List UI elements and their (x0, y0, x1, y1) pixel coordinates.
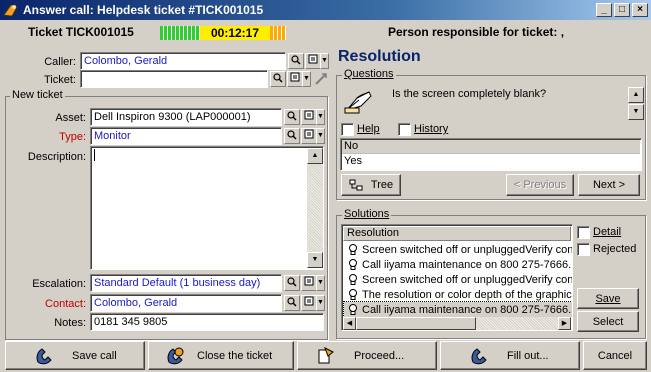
tree-icon (349, 179, 363, 191)
help-checkbox[interactable] (341, 123, 354, 136)
question-hand-icon (343, 84, 375, 116)
history-label: History (414, 123, 449, 135)
app-icon (3, 3, 19, 17)
caller-detail-icon[interactable] (305, 53, 321, 69)
solutions-hscrollbar[interactable]: ◀ ▶ (343, 317, 571, 330)
maximize-button[interactable]: □ (614, 3, 630, 17)
lightbulb-icon (349, 243, 357, 255)
history-checkbox[interactable] (398, 123, 411, 136)
caller-search-icon[interactable] (288, 53, 304, 69)
escalation-dropdown-icon[interactable]: ▼ (316, 275, 325, 291)
tree-button[interactable]: Tree (341, 174, 401, 196)
caller-dropdown-icon[interactable]: ▼ (320, 53, 329, 69)
lightbulb-icon (349, 273, 357, 285)
ticket-detail-icon[interactable] (287, 71, 303, 87)
questions-group-label: Questions (342, 68, 396, 80)
solution-row[interactable]: Call iiyama maintenance on 800 275-7666. (344, 257, 572, 272)
minimize-button[interactable]: _ (596, 3, 612, 17)
escalation-field[interactable]: Standard Default (1 business day) (90, 274, 282, 292)
solutions-group-label: Solutions (342, 208, 392, 220)
proceed-button[interactable]: Proceed... (297, 341, 437, 370)
rejected-label: Rejected (593, 243, 637, 255)
type-detail-icon[interactable] (301, 128, 317, 144)
caller-field[interactable]: Colombo, Gerald (80, 52, 286, 70)
detail-checkbox[interactable] (577, 226, 590, 239)
ticket-link-icon[interactable] (313, 71, 329, 87)
contact-label: Contact: (45, 298, 86, 310)
save-solution-button[interactable]: Save (577, 288, 639, 309)
contact-detail-icon[interactable] (301, 295, 317, 311)
answers-list[interactable]: No Yes (340, 138, 642, 171)
notes-label: Notes: (54, 317, 86, 329)
scroll-left-icon[interactable]: ◀ (343, 317, 356, 330)
scroll-right-icon[interactable]: ▶ (558, 317, 571, 330)
type-search-icon[interactable] (284, 128, 300, 144)
previous-button[interactable]: < Previous (506, 174, 574, 196)
responsible-person: Person responsible for ticket: , (388, 25, 565, 39)
asset-dropdown-icon[interactable]: ▼ (316, 109, 325, 125)
type-field[interactable]: Monitor (90, 127, 282, 145)
fill-out-icon (471, 347, 487, 364)
rejected-checkbox[interactable] (577, 243, 590, 256)
type-dropdown-icon[interactable]: ▼ (316, 128, 325, 144)
type-label: Type: (59, 131, 86, 143)
caller-label: Caller: (44, 56, 76, 68)
contact-search-icon[interactable] (284, 295, 300, 311)
asset-search-icon[interactable] (284, 109, 300, 125)
question-text: Is the screen completely blank? (392, 88, 547, 100)
ticket-label: Ticket: (44, 74, 76, 86)
solutions-list[interactable]: Resolution Screen switched off or unplug… (341, 224, 573, 331)
description-label: Description: (27, 151, 86, 163)
asset-field[interactable]: Dell Inspiron 9300 (LAP000001) (90, 108, 282, 126)
ticket-field[interactable] (80, 70, 268, 88)
cancel-button[interactable]: Cancel (583, 341, 647, 370)
select-solution-button[interactable]: Select (577, 311, 639, 332)
answer-item[interactable]: Yes (342, 155, 640, 169)
ticket-search-icon[interactable] (270, 71, 286, 87)
phone-handset-icon (36, 347, 52, 364)
new-ticket-group-label: New ticket (10, 89, 65, 101)
resolution-heading: Resolution (338, 48, 421, 65)
scroll-thumb[interactable] (356, 317, 476, 330)
solution-row[interactable]: Screen switched off or unpluggedVerify c… (344, 272, 572, 287)
description-scroll-down-icon[interactable]: ▼ (307, 252, 323, 268)
lightbulb-icon (349, 303, 357, 315)
ticket-dropdown-icon[interactable]: ▼ (302, 71, 311, 87)
close-button[interactable]: × (632, 3, 648, 17)
escalation-detail-icon[interactable] (301, 275, 317, 291)
lightbulb-icon (349, 288, 357, 300)
help-label: Help (357, 123, 380, 135)
save-call-button[interactable]: Save call (5, 341, 145, 370)
escalation-label: Escalation: (32, 278, 86, 290)
call-timer: 00:12:17 (160, 25, 286, 41)
timer-value: 00:12:17 (200, 26, 270, 40)
question-down-icon[interactable]: ▼ (628, 104, 644, 120)
question-up-icon[interactable]: ▲ (628, 87, 644, 103)
window-title: Answer call: Helpdesk ticket #TICK001015 (23, 3, 264, 17)
detail-label: Detail (593, 226, 622, 238)
close-ticket-icon (167, 347, 184, 364)
ticket-number-label: Ticket TICK001015 (28, 25, 134, 39)
solutions-column-header[interactable]: Resolution (343, 226, 571, 241)
fill-out-button[interactable]: Fill out... (440, 341, 580, 370)
asset-label: Asset: (55, 112, 86, 124)
description-scrollbar[interactable] (307, 148, 323, 268)
lightbulb-icon (349, 258, 357, 270)
solution-row-selected[interactable]: Call iiyama maintenance on 800 275-7666. (343, 301, 572, 318)
answer-item[interactable]: No (342, 140, 640, 154)
close-ticket-button[interactable]: Close the ticket (148, 341, 294, 370)
solution-row[interactable]: Screen switched off or unpluggedVerify c… (344, 242, 572, 257)
next-button[interactable]: Next > (578, 174, 640, 196)
proceed-icon (318, 346, 334, 363)
contact-field[interactable]: Colombo, Gerald (90, 294, 282, 312)
description-scroll-up-icon[interactable]: ▲ (307, 148, 323, 164)
notes-field[interactable]: 0181 345 9805 (90, 313, 324, 331)
contact-dropdown-icon[interactable]: ▼ (316, 295, 325, 311)
asset-detail-icon[interactable] (301, 109, 317, 125)
description-textarea[interactable] (90, 146, 324, 270)
title-bar: Answer call: Helpdesk ticket #TICK001015… (0, 0, 651, 20)
escalation-search-icon[interactable] (284, 275, 300, 291)
solution-row[interactable]: The resolution or color depth of the gra… (344, 287, 572, 302)
